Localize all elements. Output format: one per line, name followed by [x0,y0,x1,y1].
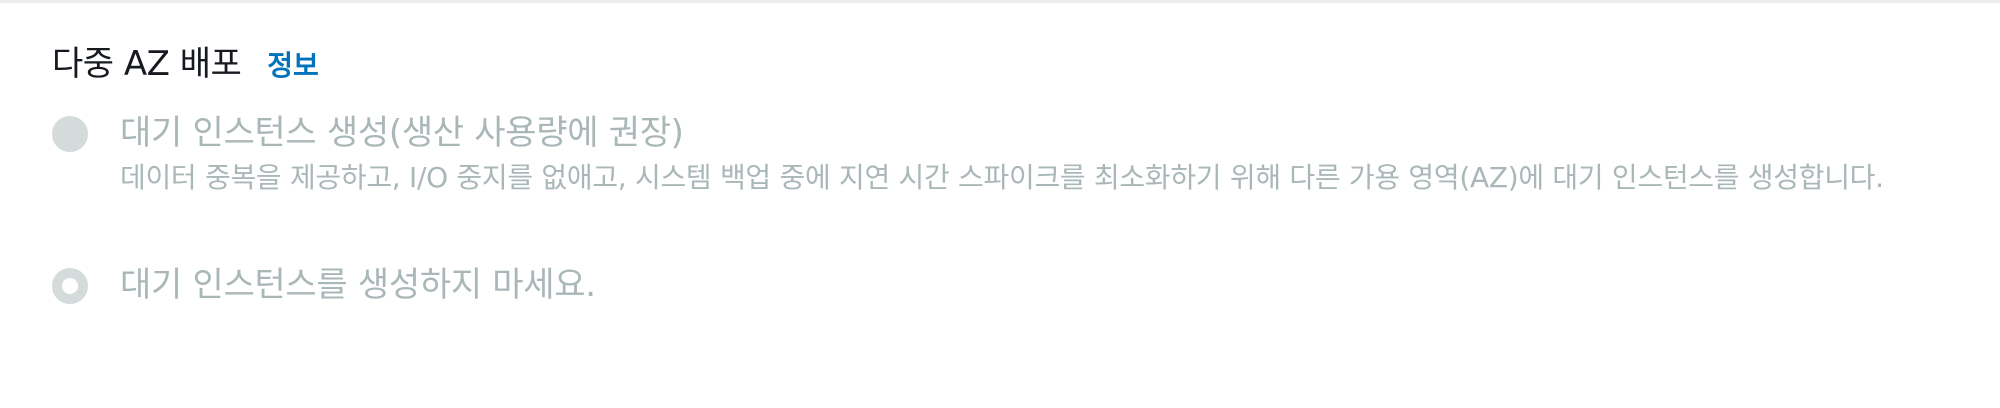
section-header: 다중 AZ 배포 정보 [52,38,1952,90]
multi-az-deployment-section: 다중 AZ 배포 정보 대기 인스턴스 생성(생산 사용량에 권장) 데이터 중… [52,38,1952,305]
radio-option-create-standby[interactable]: 대기 인스턴스 생성(생산 사용량에 권장) 데이터 중복을 제공하고, I/O… [52,110,1952,198]
option-label: 대기 인스턴스 생성(생산 사용량에 권장) [120,113,684,153]
option-label: 대기 인스턴스를 생성하지 마세요. [120,265,596,305]
option-text: 대기 인스턴스를 생성하지 마세요. [120,262,596,308]
option-text: 대기 인스턴스 생성(생산 사용량에 권장) 데이터 중복을 제공하고, I/O… [120,110,1980,198]
top-divider [0,0,2000,3]
radio-button-selected[interactable] [52,268,88,304]
section-title: 다중 AZ 배포 [52,44,242,84]
info-link[interactable]: 정보 [267,44,319,84]
radio-button-unselected[interactable] [52,116,88,152]
radio-option-no-standby[interactable]: 대기 인스턴스를 생성하지 마세요. [52,262,1952,308]
option-description: 데이터 중복을 제공하고, I/O 중지를 없애고, 시스템 백업 중에 지연 … [120,161,1884,194]
